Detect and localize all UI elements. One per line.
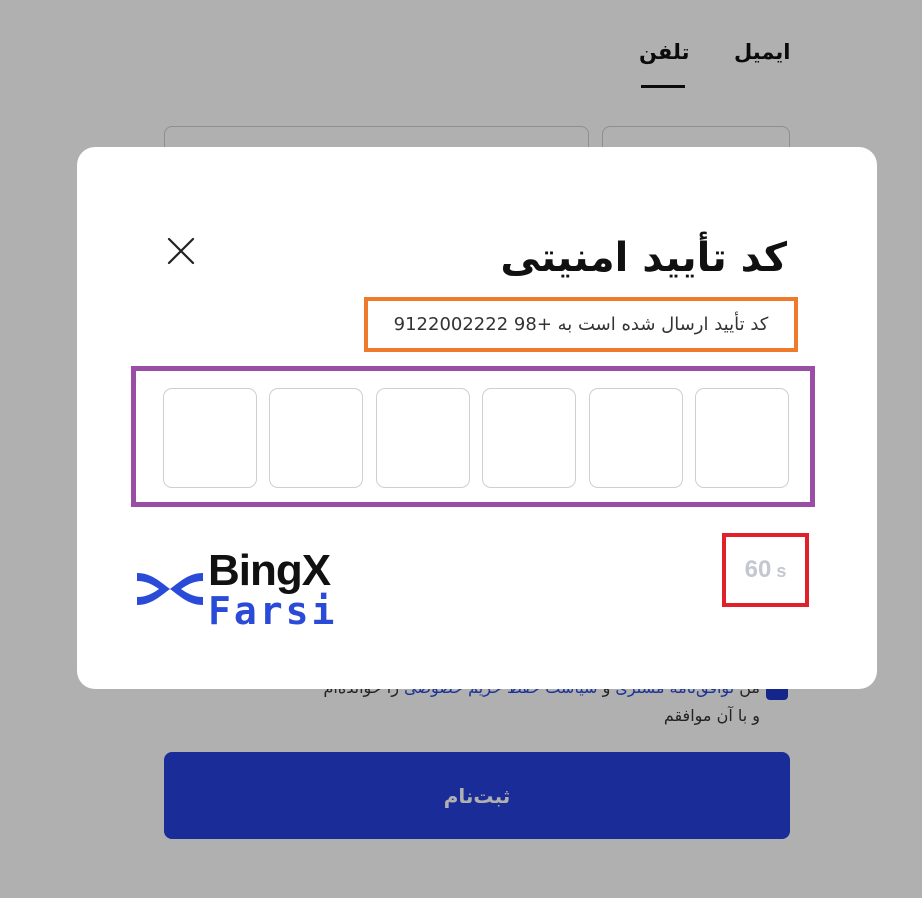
- logo-text-farsi: Farsi: [208, 589, 338, 633]
- logo-text-bingx: BingX: [208, 546, 331, 595]
- otp-digit-5[interactable]: [269, 388, 363, 488]
- resend-timer-highlight: 60 s: [722, 533, 809, 607]
- resend-timer: 60 s: [745, 556, 787, 584]
- otp-input-group: [131, 366, 815, 507]
- verification-subtitle: کد تأیید ارسال شده است به +98 9122002222: [393, 314, 769, 335]
- otp-digit-4[interactable]: [376, 388, 470, 488]
- bingx-farsi-logo: BingX Farsi: [137, 546, 341, 633]
- otp-digit-6[interactable]: [163, 388, 257, 488]
- otp-digit-2[interactable]: [589, 388, 683, 488]
- timer-value: 60: [744, 556, 772, 583]
- otp-digit-3[interactable]: [482, 388, 576, 488]
- bingx-logo-icon: [137, 573, 203, 605]
- close-icon: [167, 237, 195, 265]
- timer-unit: s: [776, 561, 787, 581]
- verification-modal: کد تأیید امنیتی کد تأیید ارسال شده است ب…: [77, 147, 877, 689]
- otp-digit-1[interactable]: [695, 388, 789, 488]
- modal-title: کد تأیید امنیتی: [500, 235, 787, 281]
- subtitle-highlight: کد تأیید ارسال شده است به +98 9122002222: [364, 297, 798, 352]
- close-button[interactable]: [161, 231, 201, 271]
